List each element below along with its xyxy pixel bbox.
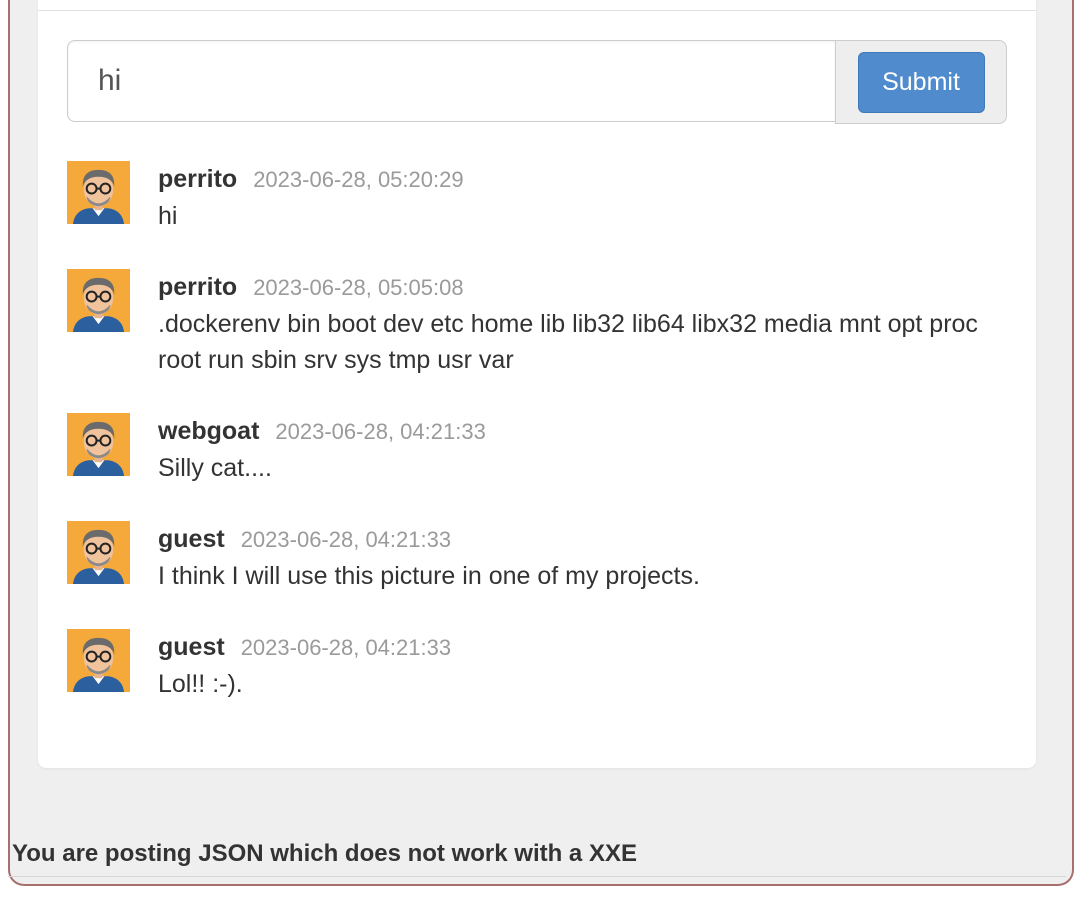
comment-input[interactable] <box>67 40 835 122</box>
comment-body: perrito 2023-06-28, 05:05:08 .dockerenv b… <box>158 269 998 378</box>
avatar-icon <box>67 161 130 224</box>
comment-username: perrito <box>158 273 238 301</box>
comment-body: guest 2023-06-28, 04:21:33 I think I will… <box>158 521 998 594</box>
comment-timestamp: 2023-06-28, 04:21:33 <box>240 635 452 660</box>
comment-header: webgoat 2023-06-28, 04:21:33 <box>158 413 998 449</box>
comment-text: Lol!! :-). <box>158 670 243 698</box>
comment-body: guest 2023-06-28, 04:21:33 Lol!! :-). <box>158 629 998 702</box>
comment-header: perrito 2023-06-28, 05:20:29 <box>158 161 998 197</box>
comment-header: guest 2023-06-28, 04:21:33 <box>158 521 998 557</box>
comment-header: guest 2023-06-28, 04:21:33 <box>158 629 998 665</box>
avatar-icon <box>67 269 130 332</box>
comment-username: guest <box>158 525 225 553</box>
comment-body: webgoat 2023-06-28, 04:21:33 Silly cat...… <box>158 413 998 486</box>
submit-button[interactable]: Submit <box>857 51 985 113</box>
comment-timestamp: 2023-06-28, 04:21:33 <box>240 527 452 552</box>
comment-timestamp: 2023-06-28, 05:05:08 <box>253 275 464 300</box>
submit-addon: Submit <box>835 40 1007 124</box>
comment-username: guest <box>158 633 225 661</box>
comment-text: Silly cat.... <box>158 454 272 482</box>
comment-username: perrito <box>158 165 238 193</box>
divider <box>8 876 1066 877</box>
comment-header: perrito 2023-06-28, 05:05:08 <box>158 269 998 305</box>
comment-timestamp: 2023-06-28, 05:20:29 <box>253 167 464 192</box>
avatar-icon <box>67 413 130 476</box>
comment-timestamp: 2023-06-28, 04:21:33 <box>275 419 486 444</box>
comment-text: I think I will use this picture in one o… <box>158 562 700 590</box>
avatar-icon <box>67 521 130 584</box>
comment-text: hi <box>158 202 178 230</box>
divider <box>38 10 1036 11</box>
feedback-message: You are posting JSON which does not work… <box>12 840 637 867</box>
comment-body: perrito 2023-06-28, 05:20:29 hi <box>158 161 998 234</box>
comment-form: Submit <box>67 40 1007 124</box>
comment-username: webgoat <box>158 417 260 445</box>
comment-text: .dockerenv bin boot dev etc home lib lib… <box>158 310 978 374</box>
comments-panel: Submit perrito 2023-06-28, 05:20:29 hi <box>38 0 1036 768</box>
avatar-icon <box>67 629 130 692</box>
